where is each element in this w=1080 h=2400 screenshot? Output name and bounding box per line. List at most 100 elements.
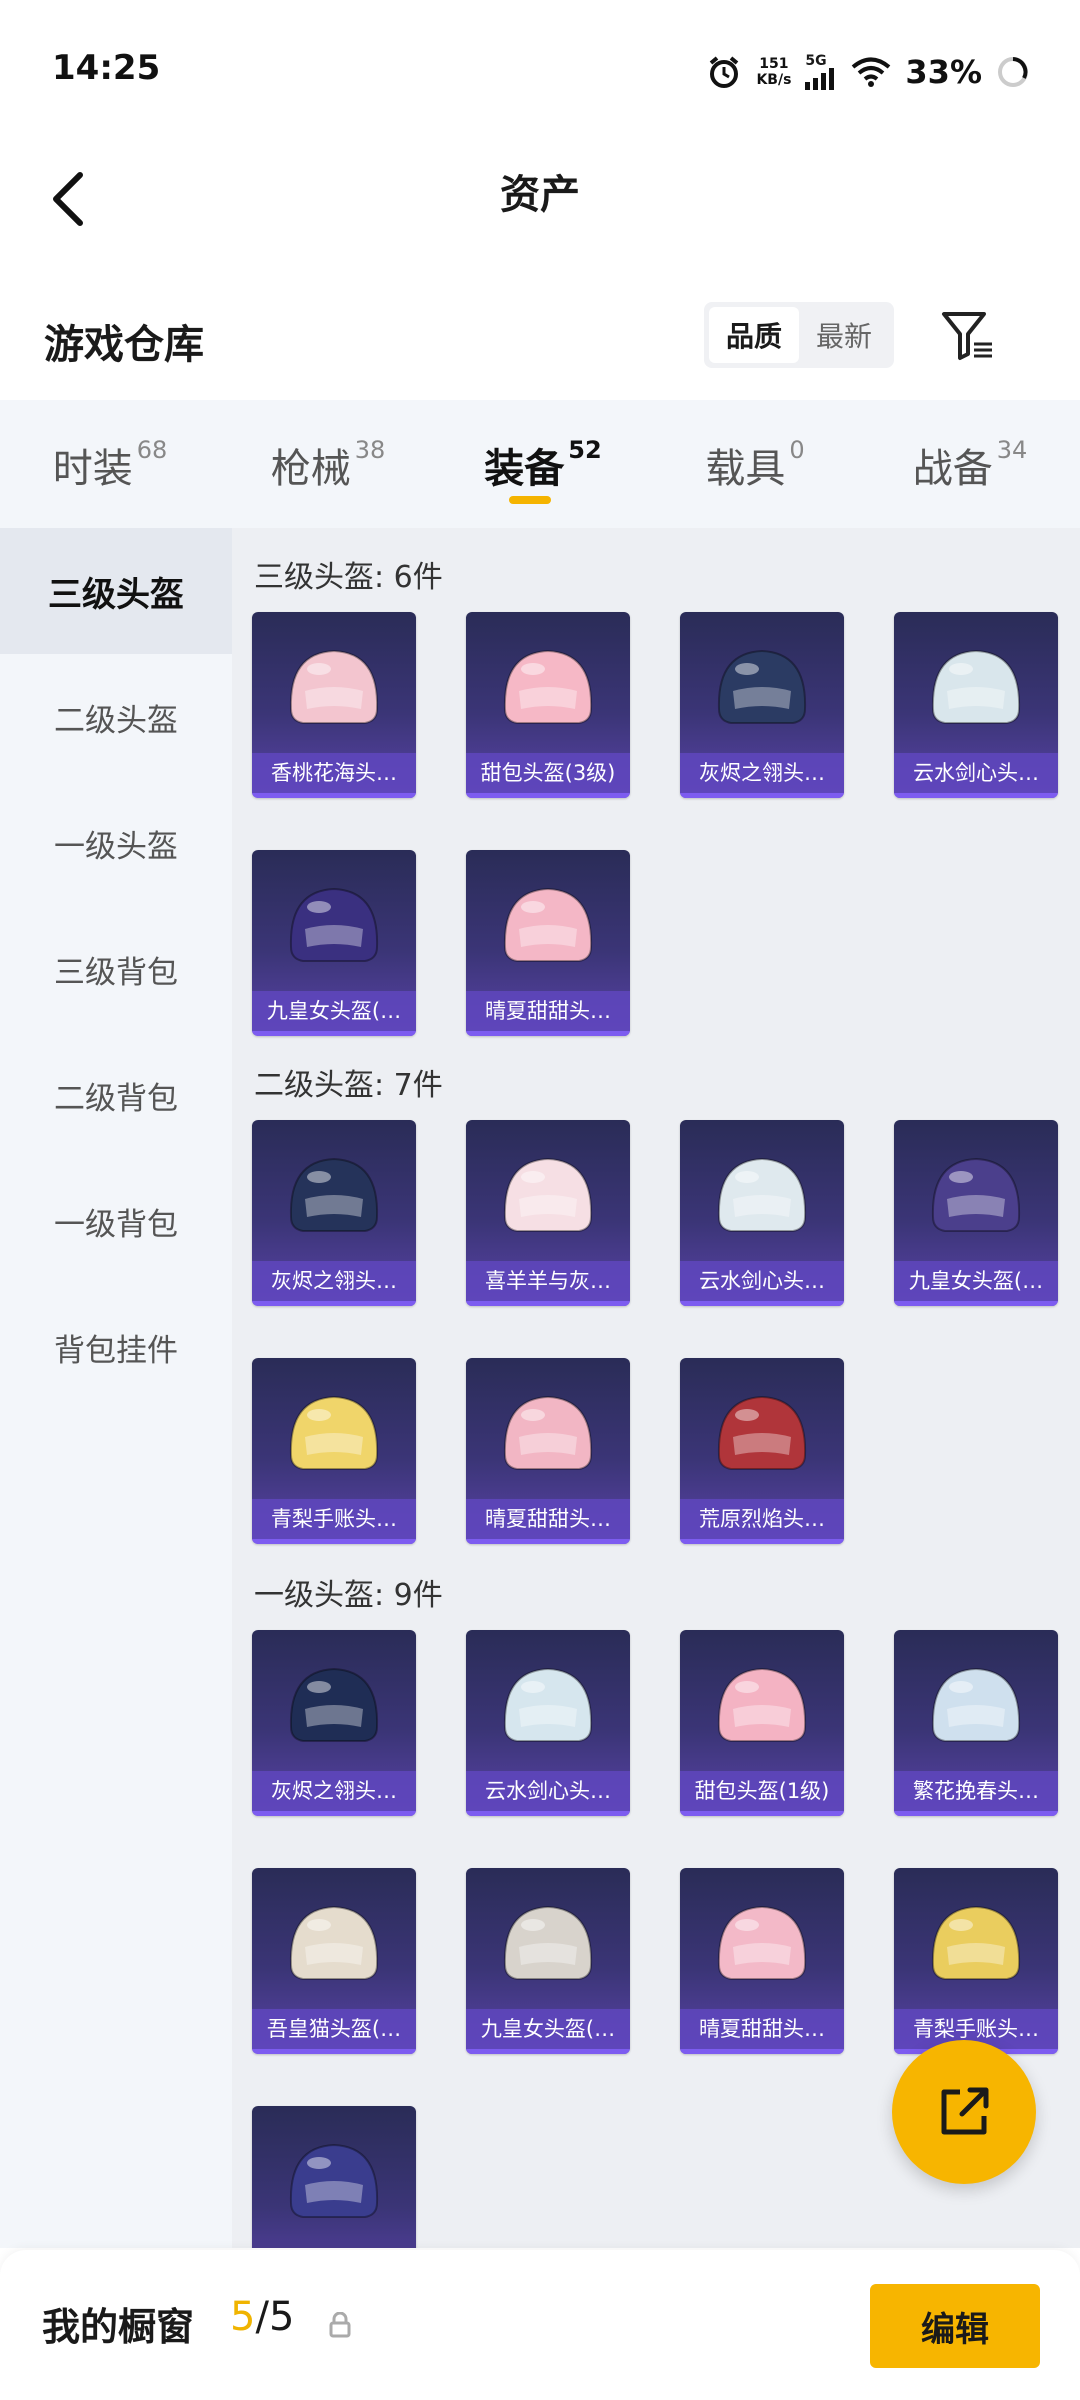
sidebar-item-backpack-charm[interactable]: 背包挂件 <box>0 1284 232 1410</box>
item-name: 灰烬之翎头… <box>252 1261 416 1301</box>
helmet-icon <box>252 1370 416 1500</box>
item-card[interactable]: 云水剑心头… <box>894 612 1058 798</box>
showcase-label: 我的橱窗 <box>42 2305 195 2349</box>
item-name: 九皇女头盔(… <box>894 1261 1058 1301</box>
helmet-icon <box>252 862 416 992</box>
net-speed-value: 151 <box>759 56 789 72</box>
filter-icon <box>942 312 992 360</box>
item-card[interactable]: 香桃花海头… <box>252 612 416 798</box>
section-title: 游戏仓库 <box>44 322 204 368</box>
helmet-icon <box>252 1880 416 2010</box>
tab-count: 34 <box>996 436 1028 464</box>
tab-vehicles[interactable]: 载具 0 <box>650 400 860 528</box>
tab-count: 68 <box>136 436 168 464</box>
showcase-current: 5 <box>230 2294 256 2340</box>
tab-label: 装备 <box>484 446 565 492</box>
sidebar-item-backpack-lv1[interactable]: 一级背包 <box>0 1158 232 1284</box>
item-name: 灰烬之翎头… <box>252 1771 416 1811</box>
helmet-icon <box>252 1642 416 1772</box>
tab-guns[interactable]: 枪械 38 <box>220 400 436 528</box>
item-card[interactable]: 云水剑心头… <box>680 1120 844 1306</box>
item-card[interactable]: 喜羊羊与灰… <box>466 1120 630 1306</box>
item-name: 晴夏甜甜头… <box>680 2009 844 2049</box>
signal-icon <box>805 68 835 90</box>
helmet-icon <box>466 862 630 992</box>
helmet-icon <box>680 624 844 754</box>
item-name: 九皇女头盔(… <box>252 991 416 1031</box>
item-name: 灰烬之翎头… <box>680 753 844 793</box>
item-name: 香桃花海头… <box>252 753 416 793</box>
share-icon <box>941 2087 989 2135</box>
showcase-count: 5/5 <box>230 2294 294 2340</box>
helmet-icon <box>680 1132 844 1262</box>
item-card[interactable]: 灰烬之翎头… <box>680 612 844 798</box>
item-card[interactable]: 甜包头盔(3级) <box>466 612 630 798</box>
helmet-icon <box>466 1642 630 1772</box>
sidebar-item-backpack-lv2[interactable]: 二级背包 <box>0 1032 232 1158</box>
item-name: 喜羊羊与灰… <box>466 1261 630 1301</box>
item-card[interactable]: 晴夏甜甜头… <box>466 1358 630 1544</box>
item-card[interactable]: 晴夏甜甜头… <box>466 850 630 1036</box>
helmet-icon <box>894 1642 1058 1772</box>
item-name: 繁花挽春头… <box>894 1771 1058 1811</box>
item-card[interactable]: 晴夏甜甜头… <box>680 1868 844 2054</box>
item-name: 甜包头盔(3级) <box>466 753 630 793</box>
showcase-separator: / <box>255 2294 269 2340</box>
helmet-icon <box>894 1880 1058 2010</box>
tab-count: 38 <box>354 436 386 464</box>
item-name: 云水剑心头… <box>466 1771 630 1811</box>
item-card[interactable]: 九皇女头盔(… <box>252 850 416 1036</box>
item-name: 云水剑心头… <box>894 753 1058 793</box>
status-time: 14:25 <box>52 48 161 88</box>
helmet-icon <box>894 624 1058 754</box>
page-title: 资产 <box>500 172 580 218</box>
helmet-icon <box>466 1132 630 1262</box>
battery-percent: 33% <box>905 53 982 91</box>
tab-fashion[interactable]: 时装 68 <box>0 400 220 528</box>
item-card[interactable]: 繁花挽春头… <box>894 1630 1058 1816</box>
tab-supplies[interactable]: 战备 34 <box>860 400 1080 528</box>
item-card[interactable]: 吾皇猫头盔(… <box>252 1868 416 2054</box>
category-tabs: 时装 68 枪械 38 装备 52 载具 0 战备 34 <box>0 400 1080 528</box>
group-title-helmet-lv2: 二级头盔: 7件 <box>254 1068 443 1103</box>
item-card[interactable]: 甜包头盔(1级) <box>680 1630 844 1816</box>
item-card[interactable]: 灰烬之翎头… <box>252 1630 416 1816</box>
sidebar-item-backpack-lv3[interactable]: 三级背包 <box>0 906 232 1032</box>
group-title-helmet-lv1: 一级头盔: 9件 <box>254 1578 443 1613</box>
sidebar-item-helmet-lv1[interactable]: 一级头盔 <box>0 780 232 906</box>
item-card[interactable]: 灰烬之翎头… <box>252 1120 416 1306</box>
subcategory-sidebar: 三级头盔 二级头盔 一级头盔 三级背包 二级背包 一级背包 背包挂件 <box>0 528 232 2248</box>
item-card[interactable]: 青梨手账头… <box>252 1358 416 1544</box>
tab-equipment[interactable]: 装备 52 <box>436 400 650 528</box>
sidebar-item-helmet-lv2[interactable]: 二级头盔 <box>0 654 232 780</box>
item-name: 甜包头盔(1级) <box>680 1771 844 1811</box>
tab-label: 枪械 <box>270 446 351 492</box>
item-card[interactable]: 云水剑心头… <box>466 1630 630 1816</box>
net-speed-unit: KB/s <box>756 72 792 88</box>
share-button[interactable] <box>892 2040 1036 2184</box>
status-icons: 151 KB/s 5G 33% <box>706 44 1030 100</box>
tab-indicator <box>509 496 551 504</box>
tab-count: 0 <box>789 436 805 464</box>
helmet-icon <box>466 1880 630 2010</box>
helmet-icon <box>466 1370 630 1500</box>
edit-button[interactable]: 编辑 <box>870 2284 1040 2368</box>
tab-label: 战备 <box>912 446 993 492</box>
item-card[interactable]: 青梨手账头… <box>894 1868 1058 2054</box>
sort-option-quality[interactable]: 品质 <box>709 307 799 363</box>
filter-button[interactable] <box>936 304 1000 368</box>
lock-icon <box>329 2312 351 2338</box>
helmet-icon <box>252 2118 416 2248</box>
item-card[interactable]: 荒原烈焰头… <box>680 1358 844 1544</box>
alarm-icon <box>710 56 739 88</box>
sidebar-item-helmet-lv3[interactable]: 三级头盔 <box>0 528 232 654</box>
item-card[interactable]: 九皇女头盔(… <box>466 1868 630 2054</box>
battery-icon <box>998 57 1028 87</box>
helmet-icon <box>680 1642 844 1772</box>
helmet-icon <box>894 1132 1058 1262</box>
item-name: 九皇女头盔(… <box>466 2009 630 2049</box>
item-card[interactable]: 九皇女头盔(… <box>894 1120 1058 1306</box>
item-card[interactable] <box>252 2106 416 2248</box>
sort-option-latest[interactable]: 最新 <box>799 307 889 363</box>
group-title-helmet-lv3: 三级头盔: 6件 <box>254 560 443 595</box>
